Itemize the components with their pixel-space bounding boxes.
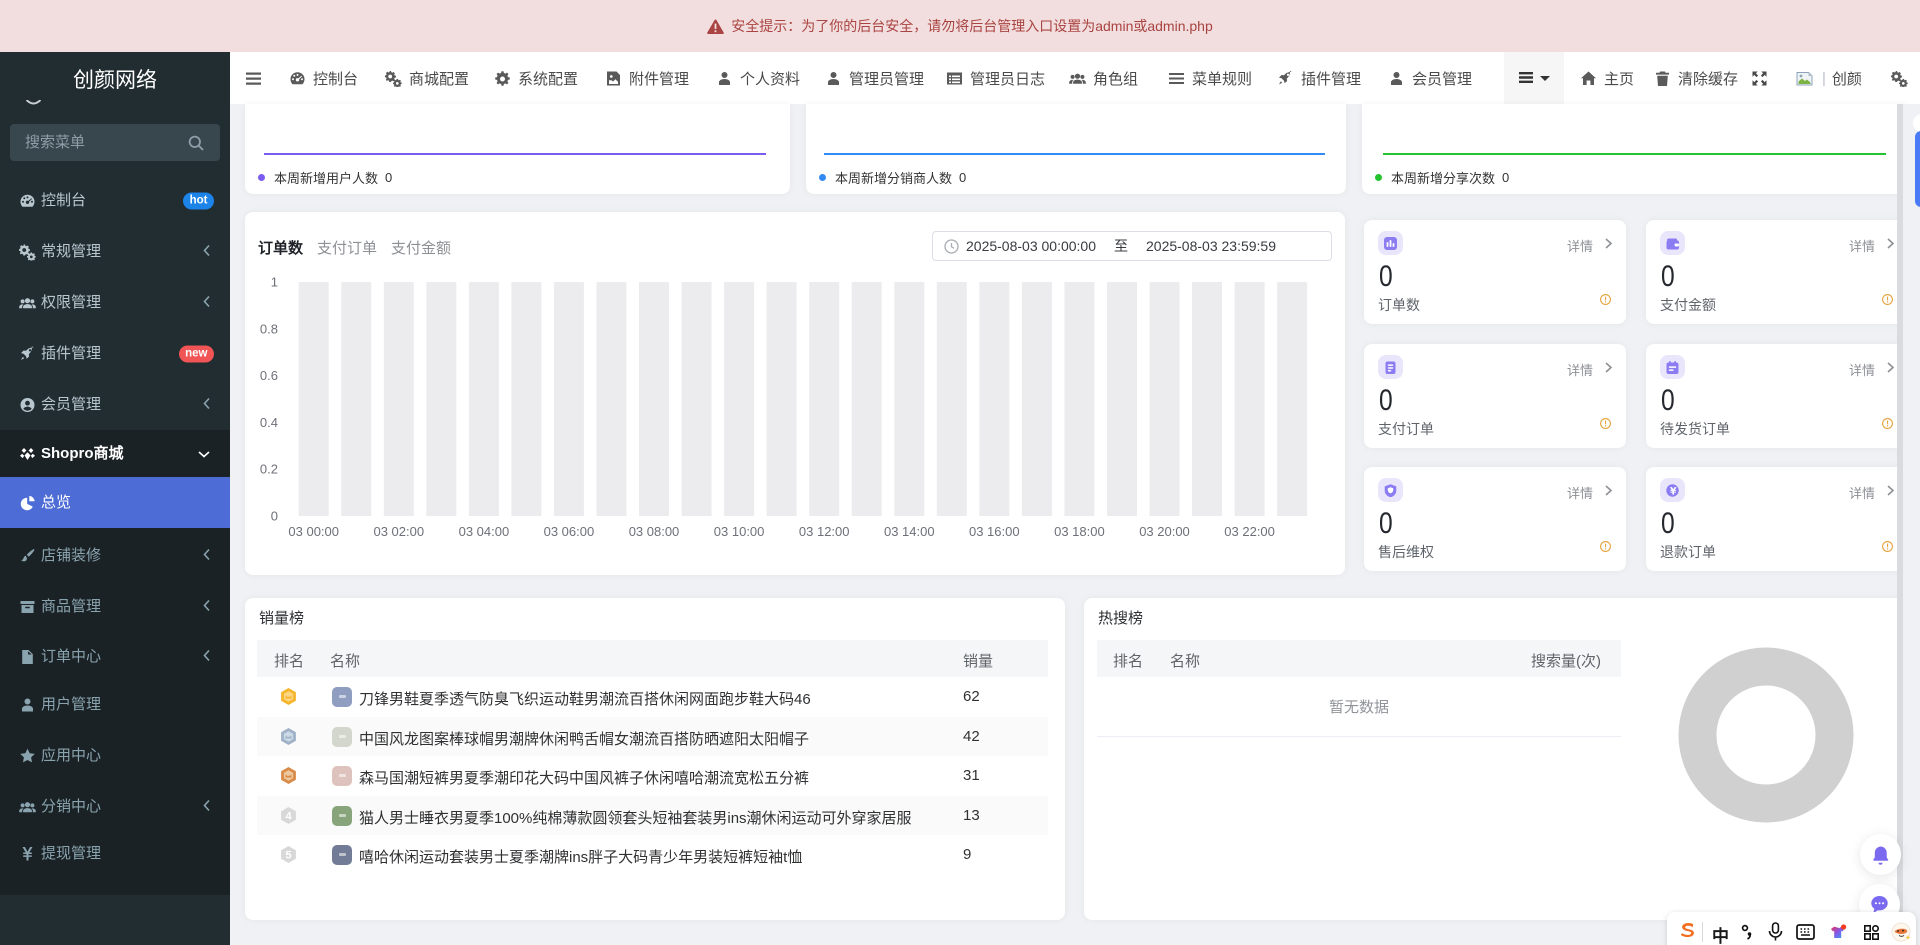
svg-text:03 14:00: 03 14:00 (884, 524, 935, 539)
svg-text:03 08:00: 03 08:00 (629, 524, 680, 539)
svg-text:4: 4 (285, 810, 292, 822)
svg-text:5: 5 (285, 850, 291, 862)
svg-text:0.2: 0.2 (260, 462, 278, 477)
svg-text:03 18:00: 03 18:00 (1054, 524, 1105, 539)
svg-text:03 02:00: 03 02:00 (373, 524, 424, 539)
svg-text:03 00:00: 03 00:00 (288, 524, 339, 539)
svg-text:03 04:00: 03 04:00 (459, 524, 510, 539)
svg-text:03 12:00: 03 12:00 (799, 524, 850, 539)
svg-text:0.4: 0.4 (260, 415, 278, 430)
svg-text:1: 1 (271, 275, 278, 290)
svg-text:0.6: 0.6 (260, 368, 278, 383)
svg-text:03 16:00: 03 16:00 (969, 524, 1020, 539)
svg-text:03 06:00: 03 06:00 (544, 524, 595, 539)
svg-text:03 20:00: 03 20:00 (1139, 524, 1190, 539)
svg-text:0: 0 (271, 509, 278, 524)
svg-text:0.8: 0.8 (260, 321, 278, 336)
svg-text:03 10:00: 03 10:00 (714, 524, 765, 539)
svg-text:03 22:00: 03 22:00 (1224, 524, 1275, 539)
